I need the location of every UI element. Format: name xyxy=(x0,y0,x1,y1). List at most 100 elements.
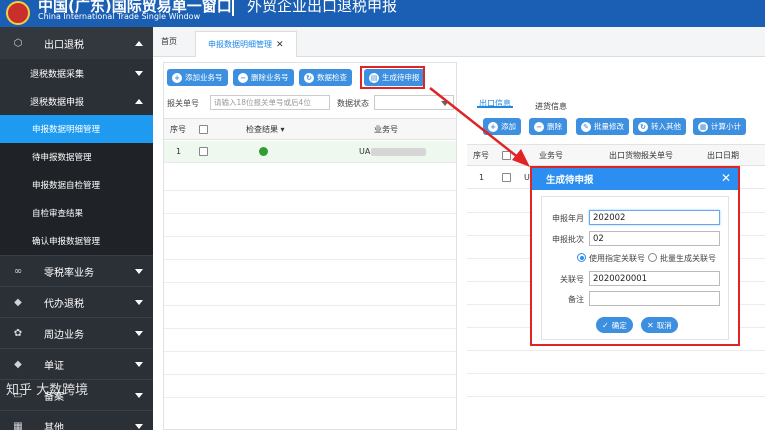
button-label: 取消 xyxy=(656,320,672,330)
sidebar-leaf-label: 待申报数据管理 xyxy=(32,153,92,163)
trash-icon: − xyxy=(534,121,544,132)
sidebar-subitem-data-collection[interactable]: 退税数据采集 xyxy=(0,59,153,87)
tab-home[interactable]: 首页 xyxy=(161,36,177,47)
trash-icon: − xyxy=(238,72,248,83)
caret-down-icon xyxy=(135,300,143,305)
sidebar-leaf-self-check-management[interactable]: 申报数据自检管理 xyxy=(0,171,153,199)
grid-icon: ▦ xyxy=(13,420,23,430)
close-icon[interactable]: ✕ xyxy=(276,40,284,50)
button-label: 添加业务号 xyxy=(185,73,223,82)
sidebar-leaf-label: 申报数据自检管理 xyxy=(32,181,101,191)
check-icon: ✓ xyxy=(602,320,609,330)
sidebar-group-other[interactable]: ▦ 其他 xyxy=(0,410,153,430)
generate-pending-dialog: 生成待申报 ✕ 申报年月 202002 申报批次 02 使用指定关联号 批量生成… xyxy=(530,166,740,346)
caret-down-icon xyxy=(135,71,143,76)
sidebar-group-peripheral[interactable]: ✿ 周边业务 xyxy=(0,317,153,348)
dialog-title: 生成待申报 xyxy=(546,175,594,186)
row-checkbox[interactable] xyxy=(502,173,511,182)
radio-specified-link[interactable] xyxy=(577,253,586,262)
infinity-icon: ∞ xyxy=(13,265,23,277)
cancel-button[interactable]: ✕ 取消 xyxy=(641,317,678,333)
link-no-input[interactable]: 2020020001 xyxy=(589,271,720,286)
period-input[interactable]: 202002 xyxy=(589,210,720,225)
grid-line xyxy=(467,396,765,397)
column-header-index: 序号 xyxy=(170,125,186,134)
sidebar-leaf-label: 确认申报数据管理 xyxy=(32,237,101,247)
header-separator xyxy=(232,0,234,16)
radio-batch-label: 批量生成关联号 xyxy=(660,254,716,263)
confirm-button[interactable]: ✓ 确定 xyxy=(596,317,633,333)
batch-input[interactable]: 02 xyxy=(589,231,720,246)
grid-line xyxy=(164,213,456,214)
caret-up-icon xyxy=(135,99,143,104)
batch-label: 申报批次 xyxy=(552,235,584,244)
select-all-checkbox[interactable] xyxy=(199,125,208,134)
header-label: 检查结果 xyxy=(246,125,278,134)
calc-subtotal-button[interactable]: ▦ 计算小计 xyxy=(693,118,746,135)
grid-line xyxy=(164,397,456,398)
customs-logo-icon xyxy=(6,1,30,25)
note-label: 备注 xyxy=(568,295,584,304)
transfer-other-button[interactable]: ↻ 转入其他 xyxy=(633,118,686,135)
sidebar: ⬡ 出口退税 退税数据采集 退税数据申报 申报数据明细管理 待申报数据管理 申报… xyxy=(0,27,153,430)
close-icon[interactable]: ✕ xyxy=(721,171,731,185)
sidebar-group-label: 周边业务 xyxy=(44,329,84,341)
check-passed-icon xyxy=(259,147,268,156)
sidebar-group-zero-rate[interactable]: ∞ 零税率业务 xyxy=(0,255,153,286)
customs-no-label: 报关单号 xyxy=(167,99,199,108)
sidebar-group-documents[interactable]: ◆ 单证 xyxy=(0,348,153,379)
sidebar-leaf-self-check-results[interactable]: 自检审查结果 xyxy=(0,199,153,227)
dialog-form: 申报年月 202002 申报批次 02 使用指定关联号 批量生成关联号 关联号 … xyxy=(541,196,729,340)
sidebar-group-label: 单证 xyxy=(44,360,64,372)
customs-no-input[interactable]: 请输入18位报关单号或后4位 xyxy=(210,95,330,110)
caret-down-icon xyxy=(135,362,143,367)
calculator-icon: ▦ xyxy=(698,121,708,132)
batch-edit-button[interactable]: ✎ 批量修改 xyxy=(576,118,629,135)
sidebar-group-label: 零税率业务 xyxy=(44,267,94,279)
select-all-checkbox[interactable] xyxy=(502,151,511,160)
grid-line xyxy=(467,350,765,351)
sidebar-group-label: 其他 xyxy=(44,422,64,430)
row-checkbox[interactable] xyxy=(199,147,208,156)
column-header-business-no: 业务号 xyxy=(374,125,398,134)
column-header-check-result[interactable]: 检查结果 ▾ xyxy=(246,124,285,135)
tab-purchase-info[interactable]: 进货信息 xyxy=(535,101,567,112)
plus-icon: + xyxy=(488,121,498,132)
refresh-icon: ↻ xyxy=(638,121,648,132)
add-business-button[interactable]: + 添加业务号 xyxy=(167,69,228,86)
sidebar-item-export-rebate[interactable]: ⬡ 出口退税 xyxy=(0,27,153,59)
sidebar-group-agent-rebate[interactable]: ◆ 代办退税 xyxy=(0,286,153,317)
column-header-export-date: 出口日期 xyxy=(707,151,739,160)
sidebar-leaf-pending-management[interactable]: 待申报数据管理 xyxy=(0,143,153,171)
plus-icon: + xyxy=(172,72,182,83)
grid-line xyxy=(164,282,456,283)
sidebar-subitem-label: 退税数据申报 xyxy=(30,97,85,108)
delete-business-button[interactable]: − 删除业务号 xyxy=(233,69,294,86)
app-header: 中国(广东)国际贸易单一窗口 China International Trade… xyxy=(0,0,765,27)
button-label: 添加 xyxy=(501,122,516,131)
tab-detail-management[interactable]: 申报数据明细管理 ✕ xyxy=(195,31,297,57)
caret-down-icon xyxy=(135,269,143,274)
table-row[interactable]: 1 UA xyxy=(164,141,456,163)
data-check-button[interactable]: ↻ 数据检查 xyxy=(299,69,352,86)
add-row-button[interactable]: + 添加 xyxy=(483,118,521,135)
sidebar-leaf-confirm-declare[interactable]: 确认申报数据管理 xyxy=(0,227,153,255)
sidebar-subitem-data-declare[interactable]: 退税数据申报 xyxy=(0,87,153,115)
button-label: 确定 xyxy=(611,320,627,330)
grid-line xyxy=(164,374,456,375)
column-header-index: 序号 xyxy=(473,151,489,160)
org-name-en: China International Trade Single Window xyxy=(38,12,201,21)
delete-row-button[interactable]: − 删除 xyxy=(529,118,567,135)
data-status-select[interactable] xyxy=(374,95,454,110)
sidebar-item-label: 出口退税 xyxy=(44,39,84,51)
button-label: 计算小计 xyxy=(711,122,741,131)
note-input[interactable] xyxy=(589,291,720,306)
radio-batch-link[interactable] xyxy=(648,253,657,262)
grid-line xyxy=(164,236,456,237)
business-list-panel: + 添加业务号 − 删除业务号 ↻ 数据检查 ▤ 生成待申报 报关单号 请输入18位报关… xyxy=(163,62,457,430)
sidebar-leaf-detail-management[interactable]: 申报数据明细管理 xyxy=(0,115,153,143)
grid-line xyxy=(164,305,456,306)
layers-icon: ◆ xyxy=(14,296,22,308)
redacted-value xyxy=(371,148,426,156)
row-business-no: U xyxy=(524,173,530,182)
